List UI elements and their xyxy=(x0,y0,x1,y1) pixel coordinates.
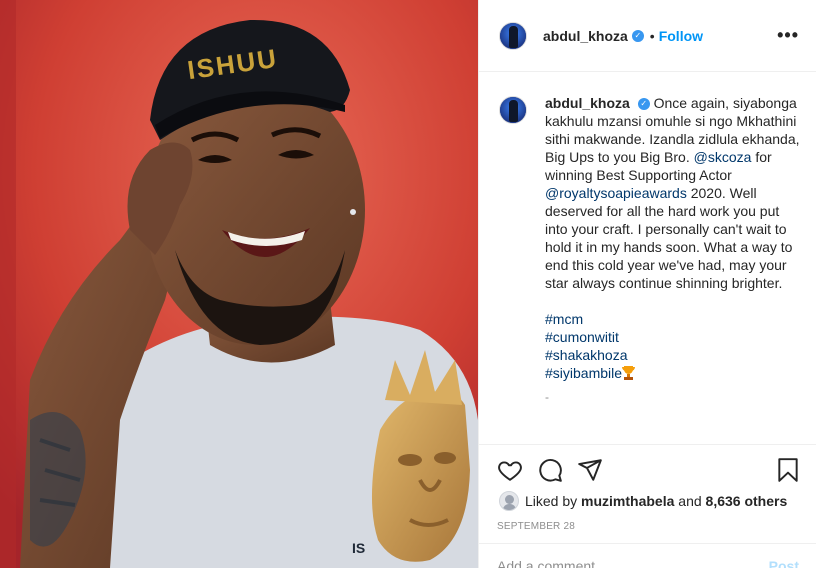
hashtag-link[interactable]: #cumonwitit xyxy=(545,329,619,345)
mention-link[interactable]: @skcoza xyxy=(694,149,752,165)
caption-row: abdul_khoza ✓ Once again, siyabonga kakh… xyxy=(499,94,801,382)
post-actions: Liked by muzimthabela and 8,636 others S… xyxy=(479,444,816,568)
mention-link[interactable]: @royaltysoapieawards xyxy=(545,185,687,201)
verified-icon: ✓ xyxy=(637,98,650,111)
post-photo-image: ISHUU IS xyxy=(0,0,478,568)
hashtag-link[interactable]: #shakakhoza xyxy=(545,347,628,363)
caption-area[interactable]: abdul_khoza ✓ Once again, siyabonga kakh… xyxy=(479,72,816,444)
likes-summary: Liked by muzimthabela and 8,636 others xyxy=(499,491,787,511)
hashtag-link[interactable]: #mcm xyxy=(545,311,583,327)
shirt-text: IS xyxy=(352,540,365,556)
bookmark-icon[interactable] xyxy=(775,457,801,483)
comment-icon[interactable] xyxy=(537,457,563,483)
post-header: abdul_khoza ✓ • Follow ••• xyxy=(479,0,816,72)
share-icon[interactable] xyxy=(577,457,603,483)
post-comment-button[interactable]: Post xyxy=(769,558,799,568)
liker-username[interactable]: muzimthabela xyxy=(581,493,674,509)
avatar[interactable] xyxy=(499,21,527,50)
follow-button[interactable]: Follow xyxy=(659,28,703,44)
hashtag-link[interactable]: #siyibambile xyxy=(545,365,622,381)
post-side-panel: abdul_khoza ✓ • Follow ••• abdul_khoza ✓… xyxy=(478,0,816,568)
caption-username[interactable]: abdul_khoza xyxy=(545,95,630,111)
more-options-icon[interactable]: ••• xyxy=(777,26,799,44)
post-photo[interactable]: ISHUU IS xyxy=(0,0,478,568)
trophy-emoji-icon xyxy=(622,366,636,380)
separator-dot: • xyxy=(649,27,655,44)
post-date[interactable]: SEPTEMBER 28 xyxy=(497,521,575,532)
comment-input[interactable] xyxy=(497,558,747,568)
likes-count[interactable]: 8,636 others xyxy=(706,493,788,509)
add-comment-bar: Post xyxy=(479,543,816,568)
header-username[interactable]: abdul_khoza xyxy=(543,28,628,44)
heart-icon[interactable] xyxy=(497,457,523,483)
verified-icon: ✓ xyxy=(631,29,644,42)
hashtag-list: #mcm #cumonwitit #shakakhoza #siyibambil… xyxy=(545,310,801,382)
likes-prefix: Liked by xyxy=(525,493,578,509)
liker-avatar[interactable] xyxy=(499,491,519,511)
caption-text: abdul_khoza ✓ Once again, siyabonga kakh… xyxy=(545,94,801,382)
truncated-marker: - xyxy=(545,390,549,404)
avatar[interactable] xyxy=(499,96,527,124)
likes-and: and xyxy=(678,493,702,509)
